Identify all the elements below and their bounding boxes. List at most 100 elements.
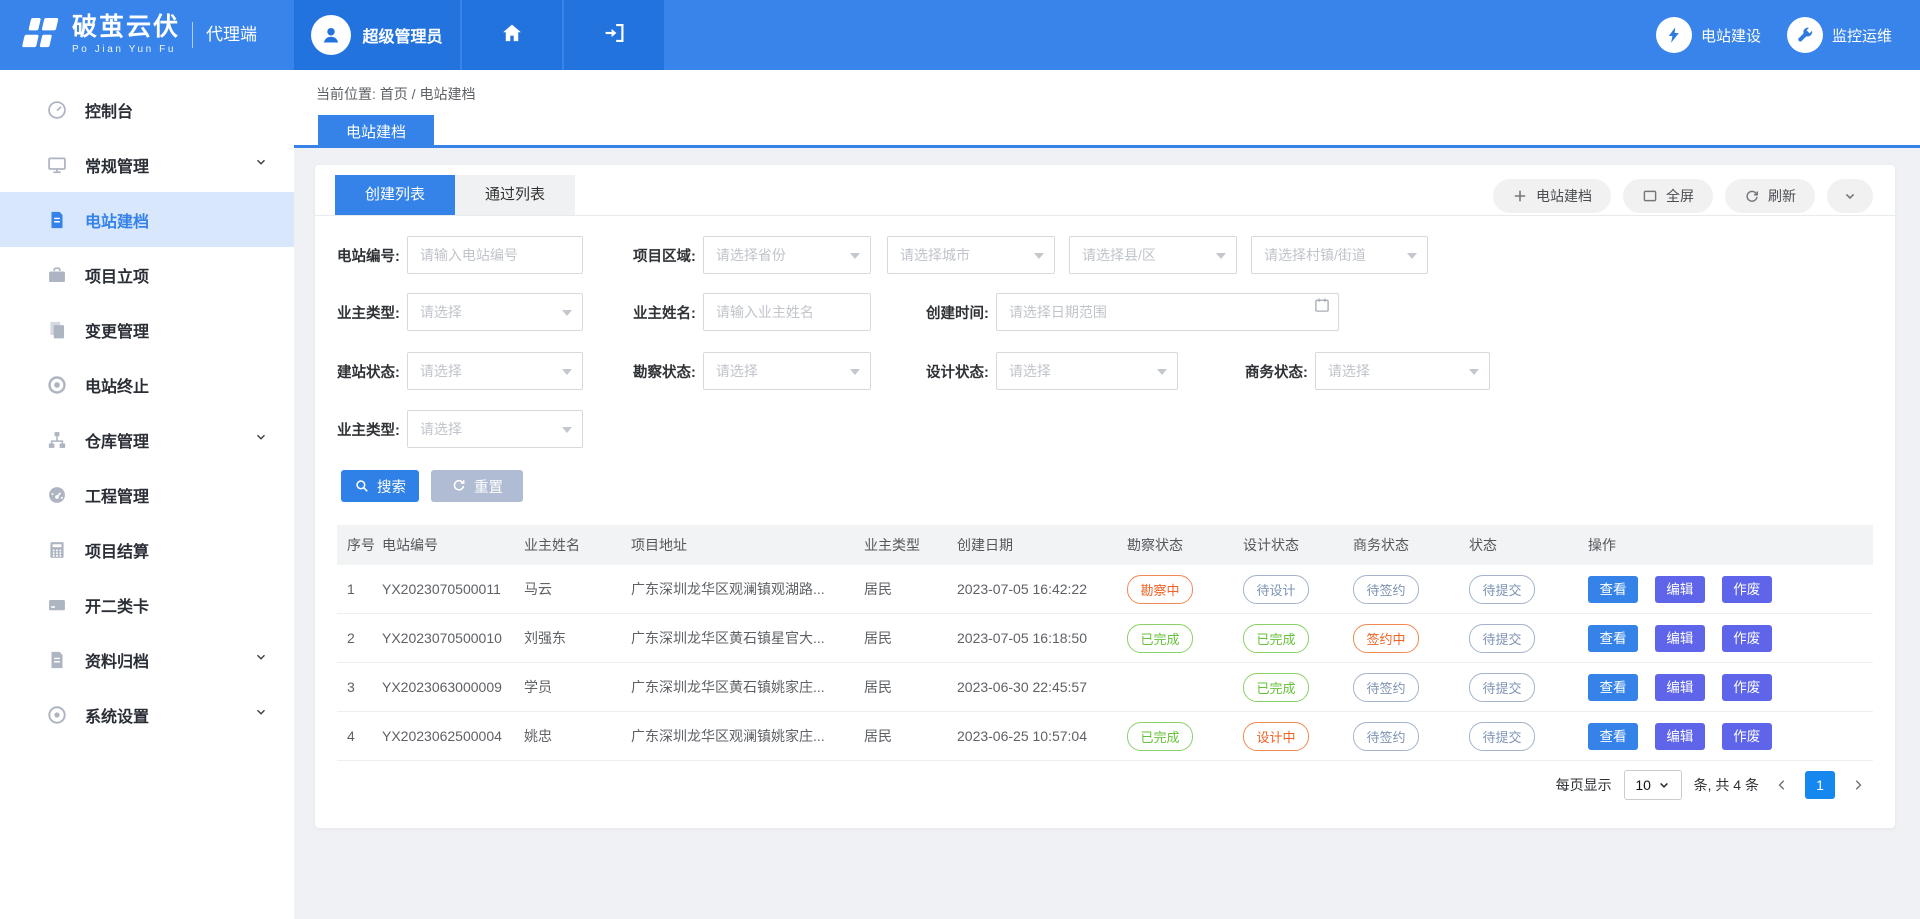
edit-button[interactable]: 编辑 [1655,723,1705,750]
sidebar: 控制台 常规管理 电站建档 项目立项 变更管理 电站终止 [0,70,294,919]
owner-type2-select[interactable]: 请选择 [407,410,583,448]
build-status-label: 建站状态: [337,361,400,382]
design-status-label: 设计状态: [926,361,989,382]
refresh-button[interactable]: 刷新 [1725,179,1815,213]
monitor-icon [46,154,68,176]
home-button[interactable] [462,0,562,70]
station-code-input[interactable] [407,236,583,274]
topbar: 当前位置: 首页 / 电站建档 电站建档 [294,70,1920,148]
logout-button[interactable] [564,0,664,70]
business-status-badge: 待签约 [1353,673,1419,702]
tabs-divider [315,215,1895,216]
edit-button[interactable]: 编辑 [1655,625,1705,652]
date-range-input[interactable] [996,293,1339,331]
sidebar-item-warehouse-mgmt[interactable]: 仓库管理 [0,412,294,467]
void-button[interactable]: 作废 [1722,723,1772,750]
caret-down-icon [1157,369,1167,380]
business-status-badge: 待签约 [1353,575,1419,604]
sidebar-item-label: 变更管理 [85,318,268,342]
create-station-button[interactable]: 电站建档 [1493,179,1611,213]
caret-down-icon [1034,253,1044,264]
sidebar-item-general-mgmt[interactable]: 常规管理 [0,137,294,192]
plus-icon [1512,188,1528,204]
design-status-badge: 已完成 [1243,673,1309,702]
sidebar-item-open-card[interactable]: 开二类卡 [0,577,294,632]
edit-button[interactable]: 编辑 [1655,576,1705,603]
owner-type2-label: 业主类型: [337,419,400,440]
sidebar-item-label: 资料归档 [85,648,254,672]
dashboard-icon [46,99,68,121]
county-select[interactable]: 请选择县/区 [1069,236,1237,274]
nav-monitor-ops[interactable]: 监控运维 [1787,17,1892,53]
sidebar-item-label: 电站终止 [85,373,268,397]
reset-button[interactable]: 重置 [431,470,523,502]
avatar [311,15,351,55]
app-header: 破茧云伏 Po Jian Yun Fu 代理端 超级管理员 电站建设 [0,0,1920,70]
void-button[interactable]: 作废 [1722,576,1772,603]
sidebar-item-label: 电站建档 [85,208,268,232]
status-badge: 待提交 [1469,575,1535,604]
sidebar-item-label: 仓库管理 [85,428,254,452]
business-status-badge: 签约中 [1353,624,1419,653]
view-button[interactable]: 查看 [1588,723,1638,750]
town-select[interactable]: 请选择村镇/街道 [1251,236,1428,274]
per-page-select[interactable]: 10 [1624,770,1682,800]
design-status-badge: 已完成 [1243,624,1309,653]
sidebar-item-system-settings[interactable]: 系统设置 [0,687,294,742]
sidebar-item-station-archive[interactable]: 电站建档 [0,192,294,247]
fullscreen-button[interactable]: 全屏 [1623,179,1713,213]
tab-create-list[interactable]: 创建列表 [335,175,455,215]
province-select[interactable]: 请选择省份 [703,236,871,274]
sidebar-item-console[interactable]: 控制台 [0,82,294,137]
tab-passed-list[interactable]: 通过列表 [455,175,575,215]
owner-type-select[interactable]: 请选择 [407,293,583,331]
survey-status-select[interactable]: 请选择 [703,352,871,390]
page-tab-station-archive[interactable]: 电站建档 [318,115,434,148]
sidebar-item-change-mgmt[interactable]: 变更管理 [0,302,294,357]
prev-page-button[interactable] [1771,778,1793,792]
archive-icon [46,649,68,671]
next-page-button[interactable] [1847,778,1869,792]
calculator-icon [46,539,68,561]
view-button[interactable]: 查看 [1588,674,1638,701]
pagination: 每页显示 10 条, 共 4 条 1 [1556,768,1869,802]
view-button[interactable]: 查看 [1588,625,1638,652]
sidebar-item-project-settlement[interactable]: 项目结算 [0,522,294,577]
nav-station-build[interactable]: 电站建设 [1656,17,1761,53]
sidebar-item-data-archive[interactable]: 资料归档 [0,632,294,687]
build-status-select[interactable]: 请选择 [407,352,583,390]
search-button[interactable]: 搜索 [341,470,419,502]
owner-name-input[interactable] [703,293,871,331]
collapse-button[interactable] [1827,179,1873,213]
void-button[interactable]: 作废 [1722,625,1772,652]
business-status-badge: 待签约 [1353,722,1419,751]
page-number-button[interactable]: 1 [1805,771,1835,799]
survey-status-badge: 已完成 [1127,624,1193,653]
chevron-down-icon [254,155,268,174]
survey-status-badge: 已完成 [1127,722,1193,751]
sidebar-item-label: 项目立项 [85,263,268,287]
station-code-label: 电站编号: [337,245,400,266]
wrench-icon [1787,17,1823,53]
nav-station-build-label: 电站建设 [1701,25,1761,46]
user-menu[interactable]: 超级管理员 [294,0,460,70]
business-status-select[interactable]: 请选择 [1315,352,1490,390]
design-status-badge: 设计中 [1243,722,1309,751]
logout-icon [602,21,626,50]
refresh-icon [1744,188,1760,204]
sitemap-icon [46,429,68,451]
sidebar-item-project-approval[interactable]: 项目立项 [0,247,294,302]
city-select[interactable]: 请选择城市 [887,236,1055,274]
nav-monitor-ops-label: 监控运维 [1832,25,1892,46]
sidebar-item-station-terminate[interactable]: 电站终止 [0,357,294,412]
design-status-select[interactable]: 请选择 [996,352,1178,390]
edit-button[interactable]: 编辑 [1655,674,1705,701]
copy-icon [46,319,68,341]
sidebar-item-engineering-mgmt[interactable]: 工程管理 [0,467,294,522]
view-button[interactable]: 查看 [1588,576,1638,603]
table-row: 1 YX2023070500011 马云 广东深圳龙华区观澜镇观湖路... 居民… [337,565,1873,614]
void-button[interactable]: 作废 [1722,674,1772,701]
total-label: 条, 共 4 条 [1694,775,1759,795]
caret-down-icon [1658,779,1670,791]
caret-down-icon [1216,253,1226,264]
